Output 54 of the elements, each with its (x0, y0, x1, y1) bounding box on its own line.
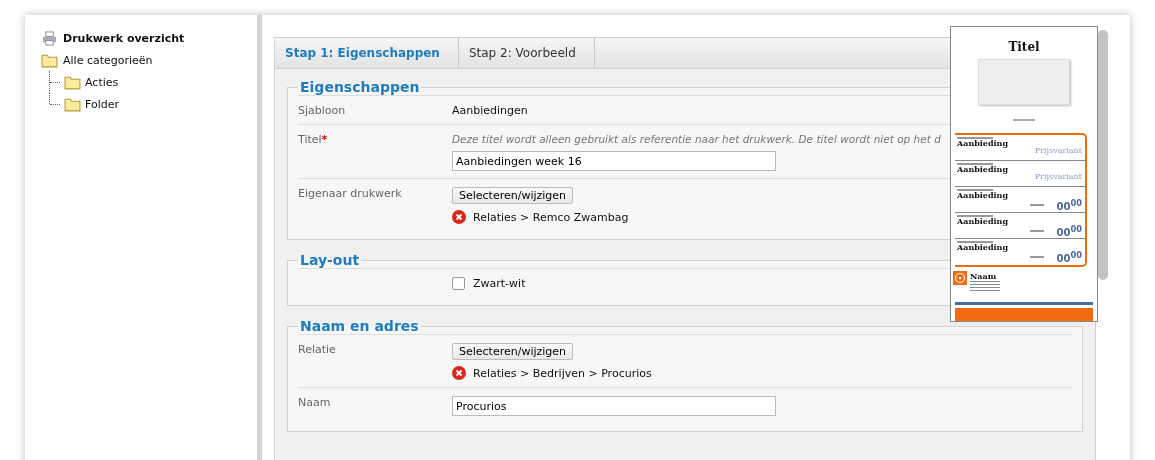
checkbox[interactable] (452, 277, 465, 290)
price-variant: Prijsvariant (1034, 146, 1082, 156)
offer-price: 00$^{00}$ (1056, 223, 1082, 238)
folder-icon (64, 96, 81, 112)
field-hint: Deze titel wordt alleen gebruikt als referentie naar het drukwerk. De titel wordt niet op het d (452, 133, 941, 145)
relation-path: Relaties > Remco Zwambag (473, 210, 629, 224)
offer-name: Aanbieding (957, 165, 1009, 174)
offer-price: 00$^{00}$ (1056, 250, 1082, 265)
printer-icon (41, 30, 58, 46)
scrollbar-thumb[interactable] (1098, 30, 1108, 280)
field-value: Aanbiedingen (452, 104, 528, 117)
section-title: Eigenschappen (299, 79, 421, 95)
input-field[interactable]: Procurios (452, 396, 776, 416)
text-line (1030, 203, 1045, 206)
step-tab[interactable]: Stap 2: Voorbeeld (458, 38, 595, 68)
field-label: Naam (298, 396, 331, 409)
price-variant: Prijsvariant (1034, 172, 1082, 182)
offer-name: Aanbieding (957, 243, 1009, 252)
text-line (957, 163, 993, 165)
remove-icon[interactable] (452, 210, 466, 224)
offer-name: Aanbieding (957, 216, 1009, 226)
preview-title: Titel (1008, 40, 1040, 54)
offer-name: Aanbieding (957, 139, 1009, 148)
input-field[interactable]: Aanbiedingen week 16 (452, 151, 776, 171)
tree-root-label[interactable]: Drukwerk overzicht (63, 31, 185, 45)
text-lines-drawing (970, 281, 1000, 293)
field-label: Sjabloon (298, 104, 346, 117)
logo-icon (953, 271, 967, 285)
text-line (957, 215, 993, 217)
text-line (1013, 119, 1035, 121)
folder-icon (64, 74, 81, 90)
section-title: Naam en adres (299, 318, 420, 334)
tree-item[interactable]: Folder (85, 97, 119, 111)
select-button[interactable]: Selecteren/wijzigen (452, 187, 574, 204)
field-label: Relatie (298, 343, 336, 356)
field-label: Titel* (298, 133, 328, 146)
step-tab[interactable]: Stap 1: Eigenschappen (275, 38, 459, 68)
text-line (1030, 229, 1045, 232)
text-line (1030, 256, 1045, 259)
select-button[interactable]: Selecteren/wijzigen (452, 343, 574, 360)
remove-icon[interactable] (452, 366, 466, 380)
text-line (957, 137, 993, 139)
tree-item[interactable]: Alle categorieën (63, 53, 153, 67)
offer-name: Aanbieding (957, 190, 1009, 200)
text-line (957, 189, 993, 191)
folder-icon (41, 52, 58, 68)
field-label: Eigenaar drukwerk (298, 187, 402, 200)
contact-name: Naam (970, 271, 998, 281)
section-title: Lay-out (299, 252, 361, 268)
checkbox-label: Zwart-wit (473, 277, 526, 290)
tree-item[interactable]: Acties (85, 75, 119, 89)
relation-path: Relaties > Bedrijven > Procurios (473, 366, 652, 380)
offer-price: 00$^{00}$ (1056, 197, 1082, 212)
text-line (957, 241, 993, 243)
